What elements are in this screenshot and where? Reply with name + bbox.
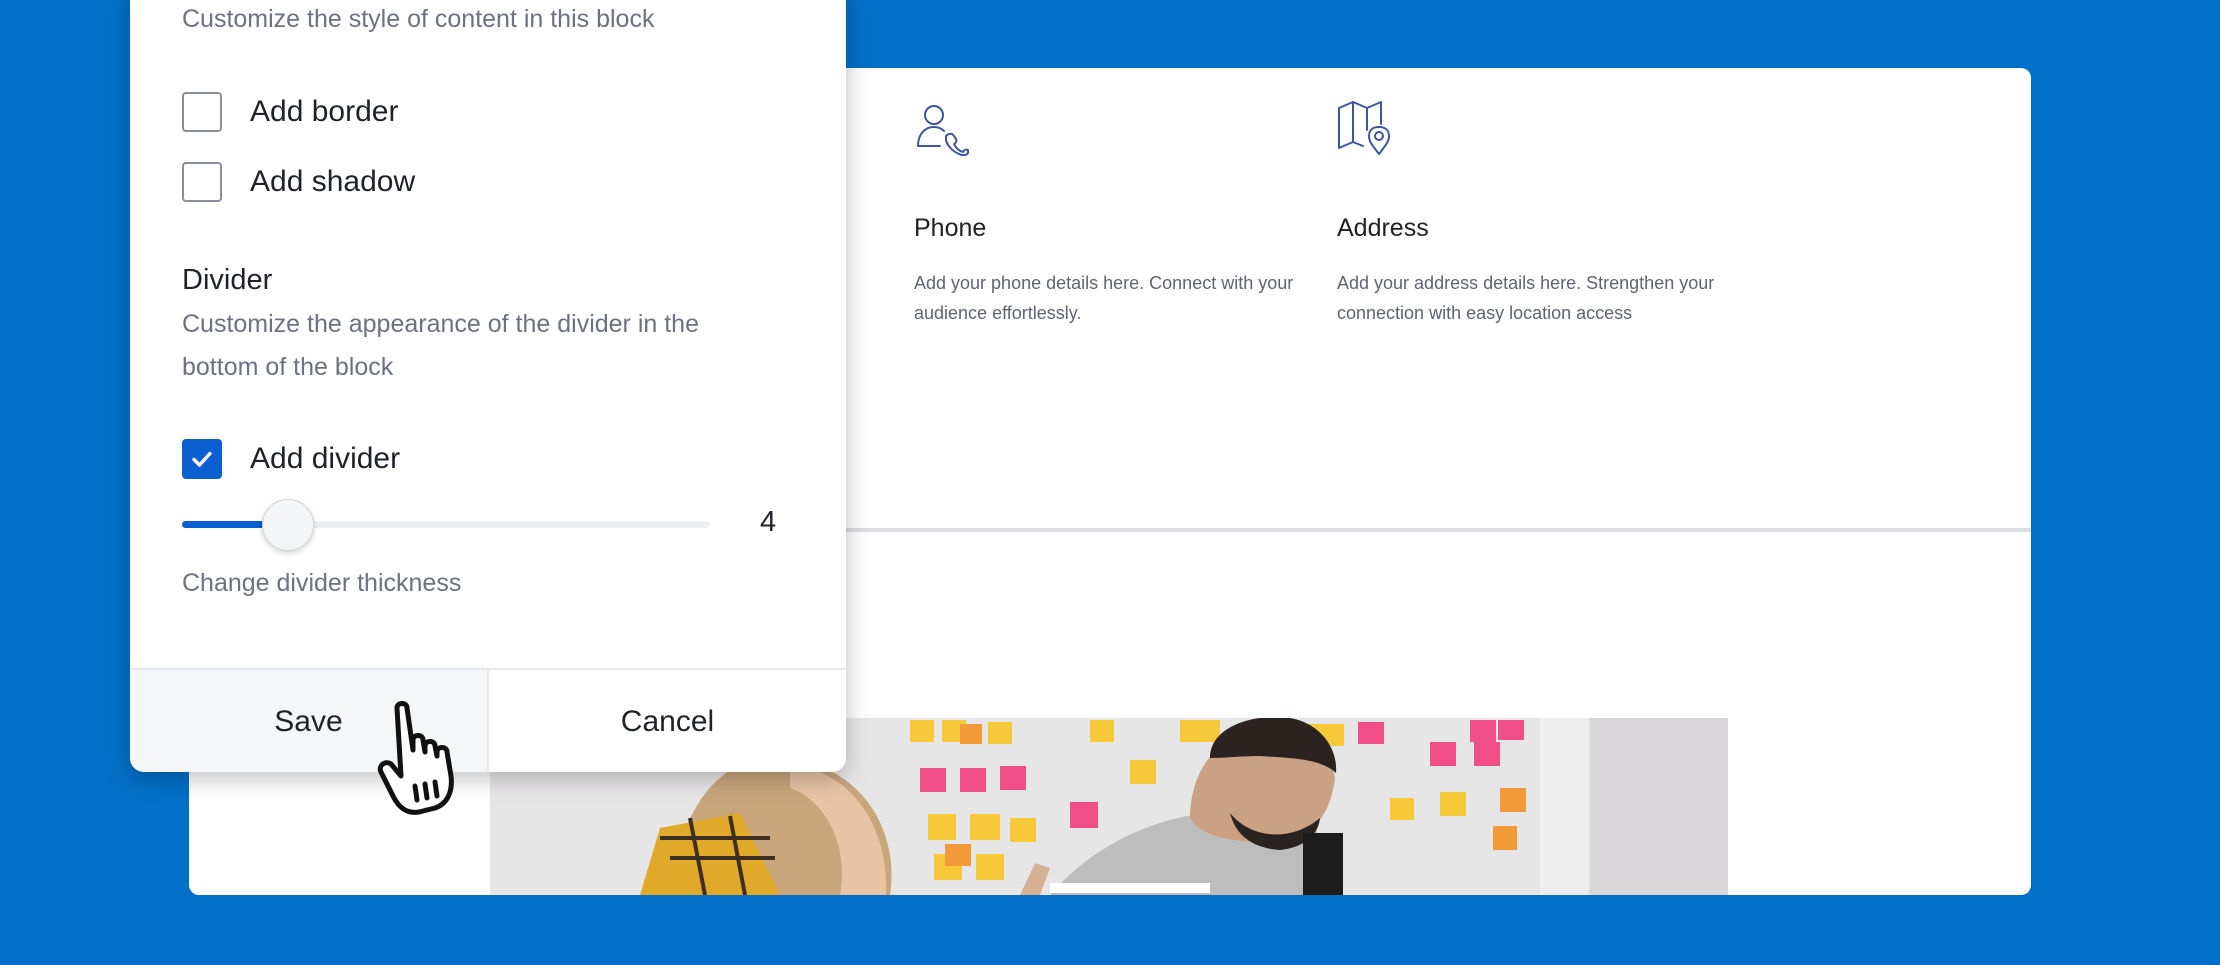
divider-section-title: Divider: [182, 264, 273, 296]
add-border-option[interactable]: Add border: [182, 92, 398, 132]
phone-contact-icon: [917, 105, 969, 156]
divider-thickness-value: 4: [760, 506, 777, 538]
block-settings-panel: Customize the style of content in this b…: [130, 0, 846, 772]
contact-title: Phone: [914, 214, 987, 242]
add-shadow-label: Add shadow: [250, 165, 416, 198]
contact-description: Add your address details here. Strengthe…: [1337, 273, 1715, 323]
style-description: Customize the style of content in this b…: [182, 5, 655, 33]
hand-pointer-cursor-icon: [377, 701, 454, 815]
add-shadow-checkbox[interactable]: [182, 162, 222, 202]
divider-description: Customize the appearance of the divider …: [182, 310, 699, 381]
add-border-label: Add border: [250, 95, 399, 128]
contact-description: Add your phone details here. Connect wit…: [914, 273, 1294, 323]
divider-thickness-label: Change divider thickness: [182, 569, 462, 597]
contact-item-address: Address Add your address details here. S…: [1337, 100, 1757, 323]
checkmark-icon: [192, 451, 212, 467]
contact-item-phone: Phone Add your phone details here. Conne…: [914, 100, 1334, 323]
add-divider-checkbox[interactable]: [182, 439, 222, 479]
cancel-button[interactable]: Cancel: [489, 670, 846, 772]
map-pin-icon: [1338, 101, 1390, 155]
add-shadow-option[interactable]: Add shadow: [182, 162, 415, 202]
add-divider-label: Add divider: [250, 442, 401, 475]
slider-thumb[interactable]: [261, 498, 314, 551]
contact-title: Address: [1337, 214, 1429, 242]
add-divider-option[interactable]: Add divider: [182, 439, 400, 479]
add-border-checkbox[interactable]: [182, 92, 222, 132]
panel-footer: Save Cancel: [130, 668, 846, 772]
divider-thickness-slider[interactable]: [182, 498, 710, 551]
